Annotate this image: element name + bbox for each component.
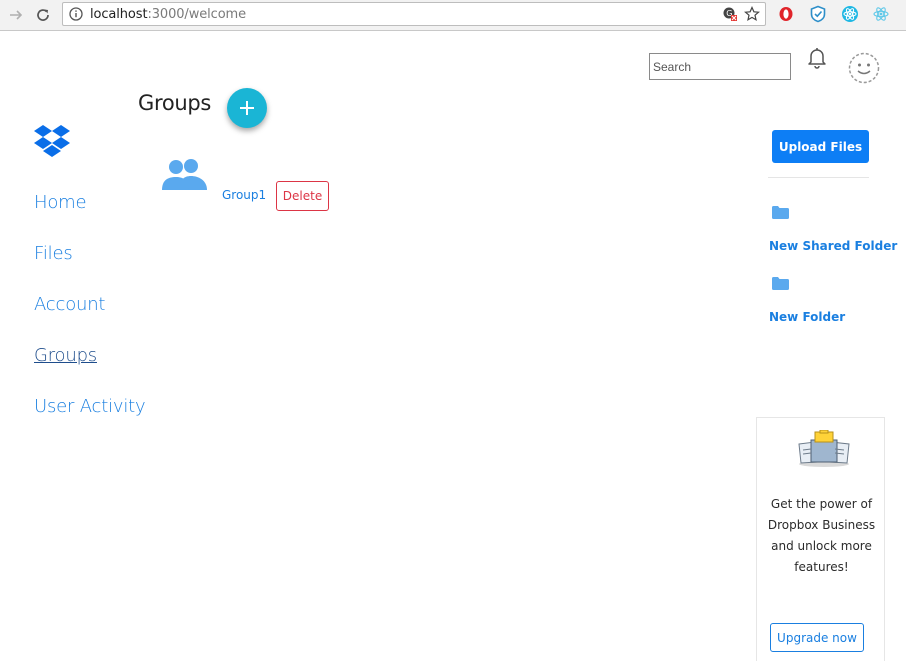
dropbox-logo[interactable] [33,124,71,163]
sidebar-item-groups[interactable]: Groups [34,345,97,366]
divider [768,177,869,178]
browser-toolbar: localhost:3000/welcome G [0,0,906,31]
avatar[interactable] [848,52,880,84]
upload-files-button[interactable]: Upload Files [772,130,869,163]
opera-extension-icon[interactable] [776,4,796,24]
upgrade-now-button[interactable]: Upgrade now [770,623,864,652]
sidebar-item-home[interactable]: Home [34,192,87,213]
forward-icon[interactable] [6,5,26,25]
new-shared-folder-link[interactable]: New Shared Folder [769,239,897,253]
folder-icon [772,206,789,224]
url-path: :3000/welcome [147,7,247,22]
address-bar[interactable]: localhost:3000/welcome G [62,2,766,26]
search-input[interactable] [649,53,791,80]
group-link[interactable]: Group1 [222,188,266,202]
info-icon[interactable] [69,7,83,26]
reload-icon[interactable] [33,5,53,25]
folder-icon [772,277,789,295]
plus-icon [240,101,254,115]
url-text: localhost:3000/welcome [90,7,246,22]
sidebar-item-account[interactable]: Account [34,294,105,315]
react-devtools-icon[interactable] [840,4,860,24]
shield-extension-icon[interactable] [808,4,828,24]
new-folder-link[interactable]: New Folder [769,310,845,324]
url-host: localhost [90,7,148,22]
delete-group-button[interactable]: Delete [276,181,329,211]
business-briefcase-icon [797,429,851,473]
group-icon [161,157,209,196]
upgrade-promo-text: Get the power of Dropbox Business and un… [767,497,876,574]
bell-icon[interactable] [807,47,827,74]
upgrade-card: Get the power of Dropbox Business and un… [756,417,885,661]
react-icon[interactable] [871,4,891,24]
sidebar-item-user-activity[interactable]: User Activity [34,396,146,417]
page-title: Groups [138,91,212,115]
bookmark-star-icon[interactable] [744,6,760,27]
translate-blocked-icon[interactable]: G [722,6,738,27]
add-group-button[interactable] [227,88,267,128]
sidebar-item-files[interactable]: Files [34,243,73,264]
